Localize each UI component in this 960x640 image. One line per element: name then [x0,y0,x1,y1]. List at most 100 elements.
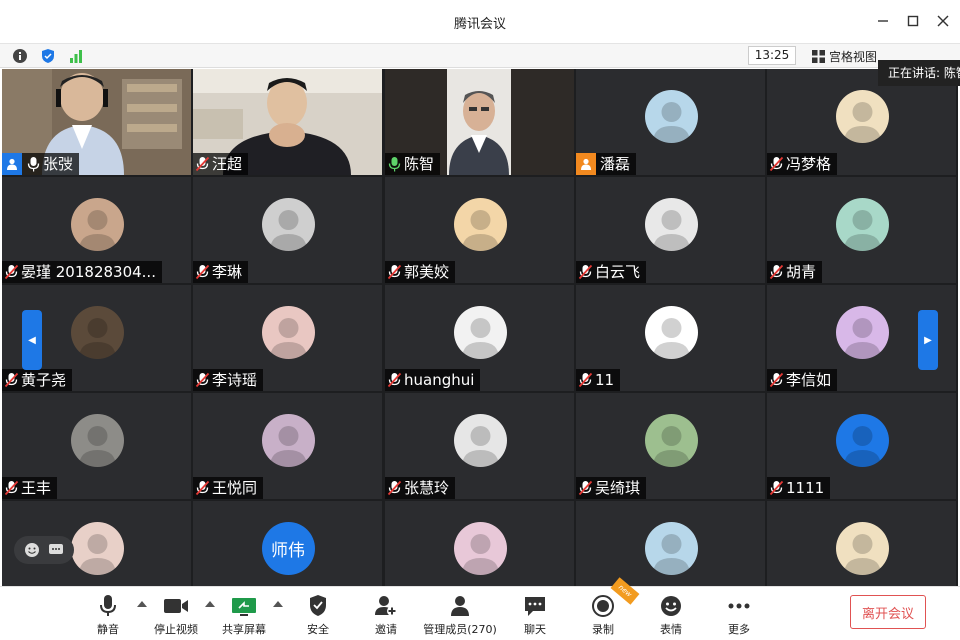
participant-tile[interactable]: 郭美姣 [385,177,574,283]
participant-tile[interactable]: 陈智 [385,69,574,175]
microphone-muted-icon [195,480,210,496]
participant-avatar [453,522,507,575]
participant-name: 冯梦格 [786,155,832,173]
view-label: 宫格视图 [829,49,878,64]
previous-page-button[interactable]: ◀ [22,310,42,370]
leave-meeting-button[interactable]: 离开会议 [850,595,926,629]
more-button[interactable]: 更多 [723,593,755,637]
chat-bubble-icon[interactable] [48,542,64,558]
participant-avatar [261,198,315,251]
chat-button[interactable]: 聊天 [519,593,551,637]
microphone-muted-icon [578,372,593,388]
cohost-badge-icon [576,153,596,175]
participant-tile[interactable]: 李琳 [193,177,382,283]
participant-name: 李琳 [212,263,243,281]
participant-tile[interactable]: 师伟 [193,501,382,586]
participant-tile[interactable]: 吴绮琪 [576,393,765,499]
participant-tile[interactable]: 李诗瑶 [193,285,382,391]
participant-tile[interactable]: 晏瑾 201828304... [2,177,191,283]
participant-avatar: 师伟 [261,522,315,575]
security-button[interactable]: 安全 [302,593,334,637]
participant-tile[interactable]: 白云飞 [576,177,765,283]
participant-name: 潘磊 [600,155,631,173]
participant-tile[interactable] [767,501,956,586]
network-signal-icon[interactable] [66,46,86,66]
info-icon[interactable] [10,46,30,66]
participant-nametag: 郭美姣 [385,261,456,283]
record-button[interactable]: 录制 [587,593,619,637]
participant-nametag: 胡青 [767,261,823,283]
participant-tile[interactable] [385,501,574,586]
maximize-button[interactable] [902,10,924,32]
microphone-muted-icon [769,480,784,496]
participant-name: 李信如 [786,371,832,389]
participant-nametag: 白云飞 [576,261,647,283]
participant-avatar [644,90,698,143]
participant-tile[interactable]: 胡青 [767,177,956,283]
mute-button[interactable]: 静音 [92,593,124,637]
participant-tile[interactable]: 张慧玲 [385,393,574,499]
participant-name: 晏瑾 201828304... [21,263,156,281]
participant-tile[interactable]: 张弢 [2,69,191,175]
more-label: 更多 [728,623,750,636]
microphone-muted-icon [769,264,784,280]
participant-avatar [70,414,124,467]
share-screen-button[interactable]: 共享屏幕 [220,593,268,637]
microphone-muted-icon [4,264,19,280]
next-page-button[interactable]: ▶ [918,310,938,370]
participant-tile[interactable]: 王丰 [2,393,191,499]
stop-video-button[interactable]: 停止视频 [152,593,200,637]
microphone-muted-icon [4,372,19,388]
participant-tile[interactable]: 潘磊 [576,69,765,175]
security-shield-icon [308,593,328,619]
title-bar: 腾讯会议 [0,0,960,44]
participant-avatar [835,306,889,359]
participant-avatar [453,306,507,359]
participant-tile[interactable]: 11 [576,285,765,391]
microphone-on-icon [26,156,41,172]
quick-reaction-pill[interactable] [14,536,74,564]
mute-label: 静音 [97,623,119,636]
participant-name: 王丰 [21,479,52,497]
participant-nametag: 潘磊 [576,153,637,175]
manage-members-label: 管理成员(270) [423,623,497,636]
participant-name: 陈智 [404,155,435,173]
emoji-button[interactable]: 表情 [655,593,687,637]
participant-nametag: 11 [576,369,621,391]
microphone-muted-icon [387,372,402,388]
participant-tile[interactable]: huanghui [385,285,574,391]
shield-icon[interactable] [38,46,58,66]
share-options-caret[interactable] [273,601,283,607]
emoji-icon[interactable] [24,542,40,558]
participant-tile[interactable]: 1111 [767,393,956,499]
close-button[interactable] [932,10,954,32]
participant-tile[interactable]: 汪超 [193,69,382,175]
participant-nametag: huanghui [385,369,481,391]
participant-avatar [644,414,698,467]
microphone-on-icon [387,156,402,172]
participant-tile[interactable]: 王悦同 [193,393,382,499]
microphone-muted-icon [195,156,210,172]
microphone-muted-icon [578,480,593,496]
participant-name: 张慧玲 [404,479,450,497]
participant-nametag: 李诗瑶 [193,369,264,391]
microphone-muted-icon [195,372,210,388]
participant-nametag: 李琳 [193,261,249,283]
grid-view-button[interactable]: 宫格视图 [812,46,877,66]
video-options-caret[interactable] [205,601,215,607]
invite-button[interactable]: 邀请 [370,593,402,637]
audio-options-caret[interactable] [137,601,147,607]
video-grid: 张弢 汪超 陈智 潘磊 冯梦格晏瑾 201828304... 李琳 郭美姣 白云飞 胡青黄子尧 李… [2,69,958,586]
manage-members-button[interactable]: 管理成员(270) [420,593,500,637]
emoji-label: 表情 [660,623,682,636]
participant-nametag: 李信如 [767,369,838,391]
participant-tile[interactable] [576,501,765,586]
participant-nametag: 张慧玲 [385,477,456,499]
participant-nametag: 黄子尧 [2,369,73,391]
meeting-time: 13:25 [748,46,796,65]
participant-avatar [644,198,698,251]
minimize-button[interactable] [872,10,894,32]
participant-nametag: 1111 [767,477,831,499]
participant-name: 李诗瑶 [212,371,258,389]
participant-avatar [644,306,698,359]
